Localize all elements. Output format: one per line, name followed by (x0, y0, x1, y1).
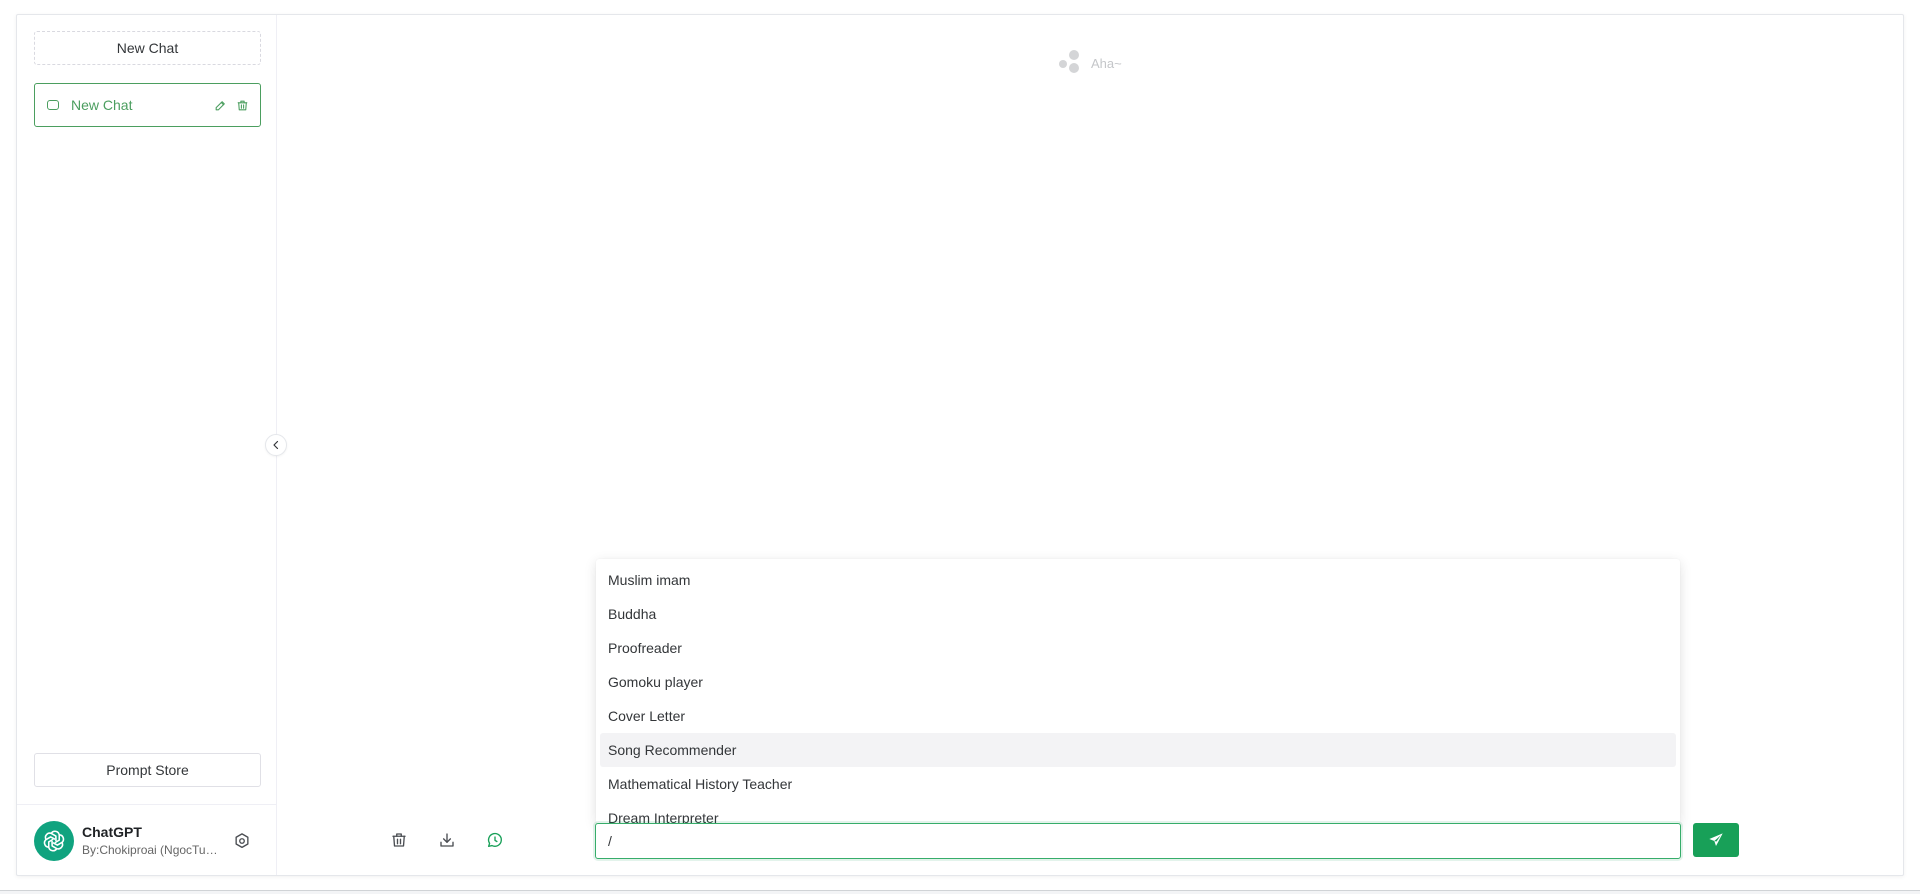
prompt-option[interactable]: Mathematical History Teacher (600, 767, 1676, 801)
send-icon (1709, 833, 1723, 846)
context-toggle-button[interactable] (483, 828, 507, 852)
prompt-option-active[interactable]: Song Recommender (600, 733, 1676, 767)
chat-main: Aha~ Muslim imam Buddha Proofreader Gomo… (277, 15, 1903, 875)
prompt-option[interactable]: Dream Interpreter (600, 801, 1676, 824)
user-name: ChatGPT (82, 824, 142, 840)
settings-button[interactable] (231, 830, 253, 852)
app-window: New Chat New Chat Prompt Store ChatGPT B… (16, 14, 1904, 876)
trash-icon[interactable] (234, 97, 250, 113)
message-square-icon (47, 100, 59, 110)
gear-icon (235, 833, 249, 849)
edit-icon[interactable] (212, 97, 228, 113)
send-button[interactable] (1693, 823, 1739, 857)
prompt-option[interactable]: Proofreader (600, 631, 1676, 665)
user-profile: ChatGPT By:Chokiproai (NgocTuanHoang) (17, 804, 276, 875)
prompt-option[interactable]: Gomoku player (600, 665, 1676, 699)
empty-state: Aha~ (1057, 49, 1122, 77)
empty-state-text: Aha~ (1091, 55, 1122, 71)
trash-icon (392, 833, 406, 847)
user-info: ChatGPT By:Chokiproai (NgocTuanHoang) (82, 823, 222, 859)
chat-list-item[interactable]: New Chat (34, 83, 261, 127)
chat-item-label: New Chat (71, 97, 133, 113)
download-icon (440, 833, 454, 847)
whatsapp-icon (487, 832, 502, 848)
prompt-store-button[interactable]: Prompt Store (34, 753, 261, 787)
avatar (34, 821, 74, 861)
sidebar: New Chat New Chat Prompt Store ChatGPT B… (17, 15, 277, 875)
prompt-suggestions-dropdown: Muslim imam Buddha Proofreader Gomoku pl… (596, 559, 1680, 824)
new-chat-button[interactable]: New Chat (34, 31, 261, 65)
prompt-option[interactable]: Muslim imam (600, 563, 1676, 597)
prompt-option[interactable]: Buddha (600, 597, 1676, 631)
download-button[interactable] (435, 828, 459, 852)
chat-input[interactable] (595, 823, 1681, 859)
user-description: By:Chokiproai (NgocTuanHoang) (82, 843, 222, 857)
window-bottom-edge (0, 890, 1920, 894)
empty-state-icon (1057, 49, 1085, 77)
prompt-option[interactable]: Cover Letter (600, 699, 1676, 733)
clear-chat-button[interactable] (387, 828, 411, 852)
